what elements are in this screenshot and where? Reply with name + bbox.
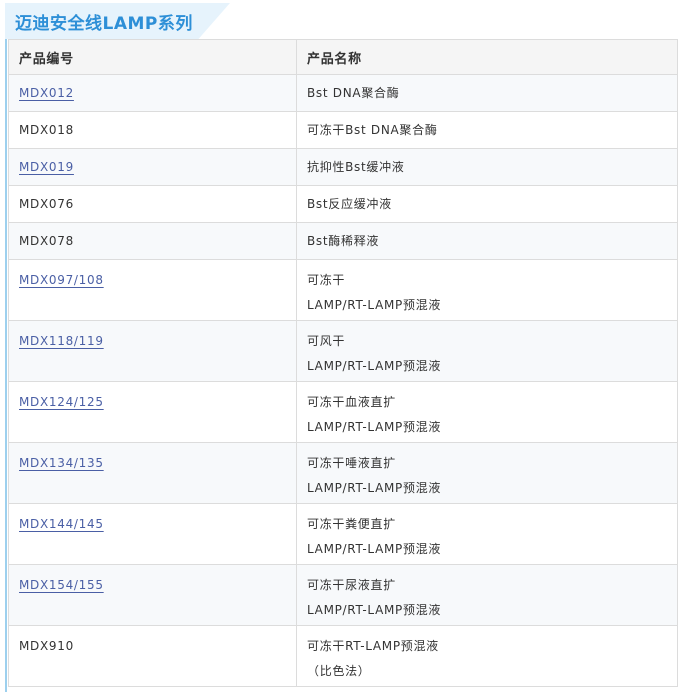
table-row: MDX154/155 可冻干尿液直扩 LAMP/RT-LAMP预混液 bbox=[8, 564, 678, 626]
product-code: MDX910 bbox=[19, 639, 74, 653]
header-product-name: 产品名称 bbox=[296, 39, 678, 75]
table-row: MDX910 可冻干RT-LAMP预混液 （比色法） bbox=[8, 625, 678, 687]
product-code-cell: MDX076 bbox=[8, 185, 297, 223]
product-code-link[interactable]: MDX154/155 bbox=[19, 573, 104, 598]
product-name-cell: Bst反应缓冲液 bbox=[296, 185, 678, 223]
product-name-cell: 可冻干唾液直扩 LAMP/RT-LAMP预混液 bbox=[296, 442, 678, 504]
product-section: 迈迪安全线LAMP系列 产品编号 产品名称 MDX012 Bst DNA聚合酶 MD… bbox=[0, 0, 680, 698]
product-name-line: （比色法） bbox=[307, 664, 371, 678]
product-code-cell: MDX078 bbox=[8, 222, 297, 260]
product-code-link[interactable]: MDX019 bbox=[19, 157, 74, 177]
product-name-cell: 可冻干RT-LAMP预混液 （比色法） bbox=[296, 625, 678, 687]
product-code: MDX078 bbox=[19, 234, 74, 248]
product-code-cell: MDX144/145 bbox=[8, 503, 297, 565]
product-name-line: 可冻干尿液直扩 bbox=[307, 578, 396, 592]
product-code-cell: MDX910 bbox=[8, 625, 297, 687]
product-code-link[interactable]: MDX097/108 bbox=[19, 268, 104, 293]
product-code-cell: MDX124/125 bbox=[8, 381, 297, 443]
product-name-line: 可冻干 bbox=[307, 273, 346, 287]
product-code-cell: MDX118/119 bbox=[8, 320, 297, 382]
table-header-row: 产品编号 产品名称 bbox=[8, 39, 678, 75]
product-name-line: 抗抑性Bst缓冲液 bbox=[307, 160, 405, 174]
product-name-line: Bst DNA聚合酶 bbox=[307, 86, 400, 100]
table-row: MDX134/135 可冻干唾液直扩 LAMP/RT-LAMP预混液 bbox=[8, 442, 678, 504]
product-code-link[interactable]: MDX124/125 bbox=[19, 390, 104, 415]
product-code-link[interactable]: MDX012 bbox=[19, 83, 74, 103]
product-code: MDX076 bbox=[19, 197, 74, 211]
product-name-cell: Bst DNA聚合酶 bbox=[296, 74, 678, 112]
product-code-cell: MDX134/135 bbox=[8, 442, 297, 504]
product-name-line: 可冻干血液直扩 bbox=[307, 395, 396, 409]
product-name-cell: Bst酶稀释液 bbox=[296, 222, 678, 260]
table-row: MDX124/125 可冻干血液直扩 LAMP/RT-LAMP预混液 bbox=[8, 381, 678, 443]
product-name-line: LAMP/RT-LAMP预混液 bbox=[307, 542, 442, 556]
table-row: MDX012 Bst DNA聚合酶 bbox=[8, 74, 678, 112]
table-row: MDX076 Bst反应缓冲液 bbox=[8, 185, 678, 223]
product-name-line: LAMP/RT-LAMP预混液 bbox=[307, 359, 442, 373]
product-name-cell: 可风干 LAMP/RT-LAMP预混液 bbox=[296, 320, 678, 382]
table-row: MDX019 抗抑性Bst缓冲液 bbox=[8, 148, 678, 186]
product-code-cell: MDX154/155 bbox=[8, 564, 297, 626]
product-code-cell: MDX019 bbox=[8, 148, 297, 186]
product-code-link[interactable]: MDX118/119 bbox=[19, 329, 104, 354]
product-name-line: LAMP/RT-LAMP预混液 bbox=[307, 298, 442, 312]
product-code-cell: MDX012 bbox=[8, 74, 297, 112]
product-code-cell: MDX097/108 bbox=[8, 259, 297, 321]
product-name-line: 可冻干Bst DNA聚合酶 bbox=[307, 123, 438, 137]
product-name-line: LAMP/RT-LAMP预混液 bbox=[307, 481, 442, 495]
table-row: MDX144/145 可冻干粪便直扩 LAMP/RT-LAMP预混液 bbox=[8, 503, 678, 565]
section-title: 迈迪安全线LAMP系列 bbox=[15, 14, 193, 34]
product-name-cell: 可冻干血液直扩 LAMP/RT-LAMP预混液 bbox=[296, 381, 678, 443]
left-accent-rule bbox=[5, 6, 7, 692]
product-name-line: Bst反应缓冲液 bbox=[307, 197, 392, 211]
product-name-line: Bst酶稀释液 bbox=[307, 234, 380, 248]
product-name-line: 可风干 bbox=[307, 334, 346, 348]
product-code-cell: MDX018 bbox=[8, 111, 297, 149]
product-code: MDX018 bbox=[19, 123, 74, 137]
product-name-line: LAMP/RT-LAMP预混液 bbox=[307, 603, 442, 617]
product-name-cell: 可冻干粪便直扩 LAMP/RT-LAMP预混液 bbox=[296, 503, 678, 565]
table-row: MDX097/108 可冻干 LAMP/RT-LAMP预混液 bbox=[8, 259, 678, 321]
product-name-line: LAMP/RT-LAMP预混液 bbox=[307, 420, 442, 434]
product-name-cell: 可冻干 LAMP/RT-LAMP预混液 bbox=[296, 259, 678, 321]
product-name-cell: 抗抑性Bst缓冲液 bbox=[296, 148, 678, 186]
product-table: 产品编号 产品名称 MDX012 Bst DNA聚合酶 MDX018 可冻干Bst D… bbox=[8, 39, 678, 687]
product-name-cell: 可冻干尿液直扩 LAMP/RT-LAMP预混液 bbox=[296, 564, 678, 626]
table-row: MDX018 可冻干Bst DNA聚合酶 bbox=[8, 111, 678, 149]
product-name-cell: 可冻干Bst DNA聚合酶 bbox=[296, 111, 678, 149]
product-name-line: 可冻干RT-LAMP预混液 bbox=[307, 639, 439, 653]
product-code-link[interactable]: MDX144/145 bbox=[19, 512, 104, 537]
product-name-line: 可冻干粪便直扩 bbox=[307, 517, 396, 531]
header-product-code: 产品编号 bbox=[8, 39, 297, 75]
table-row: MDX118/119 可风干 LAMP/RT-LAMP预混液 bbox=[8, 320, 678, 382]
table-row: MDX078 Bst酶稀释液 bbox=[8, 222, 678, 260]
table-body: MDX012 Bst DNA聚合酶 MDX018 可冻干Bst DNA聚合酶 MDX01… bbox=[8, 74, 678, 687]
product-name-line: 可冻干唾液直扩 bbox=[307, 456, 396, 470]
product-code-link[interactable]: MDX134/135 bbox=[19, 451, 104, 476]
